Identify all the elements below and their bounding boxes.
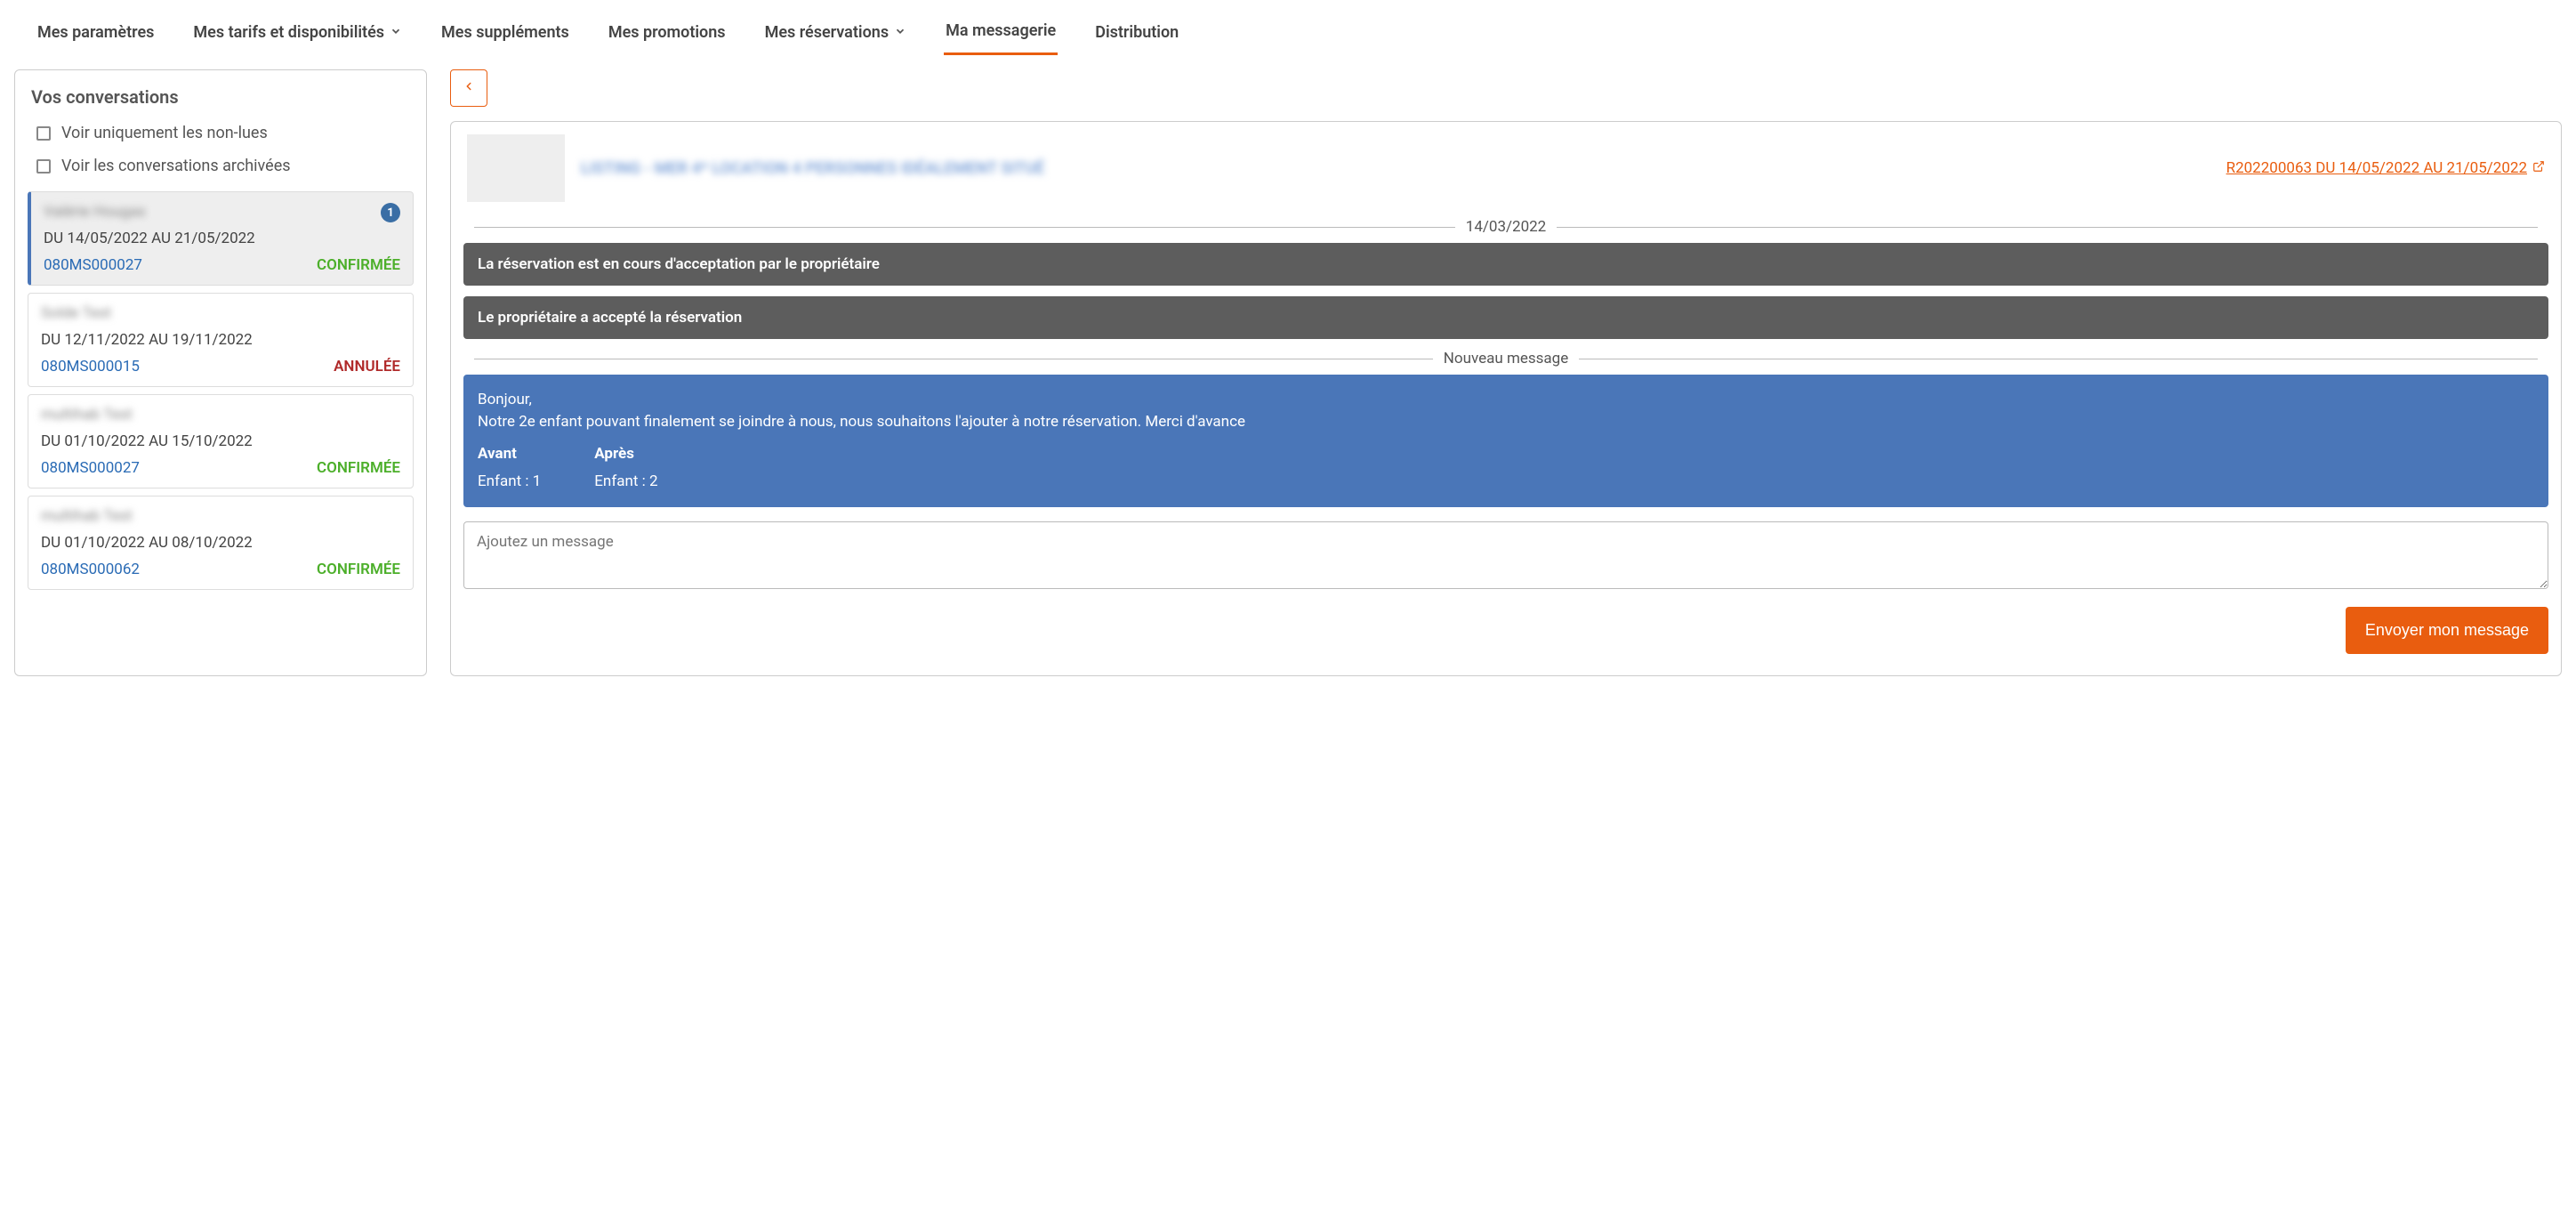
sidebar-title: Vos conversations xyxy=(15,86,426,117)
tab-label: Distribution xyxy=(1095,23,1179,42)
tab-label: Mes réservations xyxy=(765,23,890,42)
checkbox-icon[interactable] xyxy=(36,159,51,174)
conversation-name: Valérie Hougas xyxy=(44,203,400,221)
after-value: Enfant : 2 xyxy=(594,471,657,493)
change-after: Après Enfant : 2 xyxy=(594,443,657,492)
tab-reservations[interactable]: Mes réservations xyxy=(763,18,909,55)
filter-archived[interactable]: Voir les conversations archivées xyxy=(15,149,426,182)
reservation-link[interactable]: R202200063 DU 14/05/2022 AU 21/05/2022 xyxy=(2226,159,2545,177)
reservation-link-label: R202200063 DU 14/05/2022 AU 21/05/2022 xyxy=(2226,159,2527,177)
conversation-name: multihab Test xyxy=(41,406,400,424)
date-label: 14/03/2022 xyxy=(1466,218,1546,236)
thread-header: LISTING - MER 4* LOCATION 4 PERSONNES ID… xyxy=(463,134,2548,209)
newmsg-label: Nouveau message xyxy=(1444,350,1568,367)
tab-label: Mes promotions xyxy=(608,23,726,42)
system-message: La réservation est en cours d'acceptatio… xyxy=(463,243,2548,286)
thread-pane: LISTING - MER 4* LOCATION 4 PERSONNES ID… xyxy=(450,69,2562,676)
before-value: Enfant : 1 xyxy=(478,471,541,493)
send-button[interactable]: Envoyer mon message xyxy=(2346,607,2548,654)
external-link-icon xyxy=(2532,159,2545,177)
filter-label: Voir les conversations archivées xyxy=(61,157,291,175)
system-message: Le propriétaire a accepté la réservation xyxy=(463,296,2548,339)
tab-distribution[interactable]: Distribution xyxy=(1093,18,1180,55)
conversation-ref: 080MS000027 xyxy=(41,459,140,477)
compose-input[interactable] xyxy=(463,521,2548,589)
checkbox-icon[interactable] xyxy=(36,126,51,141)
tab-label: Mes suppléments xyxy=(441,23,569,42)
filter-label: Voir uniquement les non-lues xyxy=(61,124,268,142)
status-badge: CONFIRMÉE xyxy=(317,256,400,274)
tab-promotions[interactable]: Mes promotions xyxy=(607,18,728,55)
property-thumbnail xyxy=(467,134,565,202)
chevron-left-icon xyxy=(463,78,475,98)
conversation-dates: DU 14/05/2022 AU 21/05/2022 xyxy=(44,230,400,247)
conversation-dates: DU 12/11/2022 AU 19/11/2022 xyxy=(41,331,400,349)
conversation-item[interactable]: multihab Test DU 01/10/2022 AU 15/10/202… xyxy=(28,394,414,488)
chevron-down-icon xyxy=(894,23,906,42)
chevron-down-icon xyxy=(390,23,402,42)
message-body: Bonjour, Notre 2e enfant pouvant finalem… xyxy=(478,389,2534,432)
unread-badge: 1 xyxy=(381,203,400,222)
conversation-dates: DU 01/10/2022 AU 08/10/2022 xyxy=(41,534,400,552)
tab-supplements[interactable]: Mes suppléments xyxy=(439,18,571,55)
conversation-ref: 080MS000062 xyxy=(41,561,140,578)
tab-label: Mes paramètres xyxy=(37,23,154,42)
top-nav: Mes paramètres Mes tarifs et disponibili… xyxy=(14,0,2562,55)
tab-messagerie[interactable]: Ma messagerie xyxy=(944,18,1058,55)
back-button[interactable] xyxy=(450,69,487,107)
filter-unread[interactable]: Voir uniquement les non-lues xyxy=(15,117,426,149)
conversation-item[interactable]: Solde Test DU 12/11/2022 AU 19/11/2022 0… xyxy=(28,293,414,387)
customer-message: Bonjour, Notre 2e enfant pouvant finalem… xyxy=(463,375,2548,507)
property-title: LISTING - MER 4* LOCATION 4 PERSONNES ID… xyxy=(581,159,1044,178)
status-badge: CONFIRMÉE xyxy=(317,561,400,578)
conversation-item[interactable]: Valérie Hougas 1 DU 14/05/2022 AU 21/05/… xyxy=(28,191,414,286)
conversations-sidebar: Vos conversations Voir uniquement les no… xyxy=(14,69,427,676)
tab-tarifs[interactable]: Mes tarifs et disponibilités xyxy=(191,18,404,55)
thread-panel: LISTING - MER 4* LOCATION 4 PERSONNES ID… xyxy=(450,121,2562,676)
newmsg-separator: Nouveau message xyxy=(463,350,2548,367)
conversation-ref: 080MS000015 xyxy=(41,358,140,375)
conversation-ref: 080MS000027 xyxy=(44,256,142,274)
conversation-list: Valérie Hougas 1 DU 14/05/2022 AU 21/05/… xyxy=(15,191,426,590)
change-before: Avant Enfant : 1 xyxy=(478,443,541,492)
tab-parametres[interactable]: Mes paramètres xyxy=(36,18,156,55)
tab-label: Mes tarifs et disponibilités xyxy=(193,23,384,42)
tab-label: Ma messagerie xyxy=(946,21,1056,40)
status-badge: CONFIRMÉE xyxy=(317,459,400,477)
date-separator: 14/03/2022 xyxy=(463,218,2548,236)
after-label: Après xyxy=(594,443,657,465)
conversation-item[interactable]: multihab Test DU 01/10/2022 AU 08/10/202… xyxy=(28,496,414,590)
conversation-dates: DU 01/10/2022 AU 15/10/2022 xyxy=(41,432,400,450)
before-label: Avant xyxy=(478,443,541,465)
status-badge: ANNULÉE xyxy=(334,358,400,375)
conversation-name: multihab Test xyxy=(41,507,400,525)
conversation-name: Solde Test xyxy=(41,304,400,322)
